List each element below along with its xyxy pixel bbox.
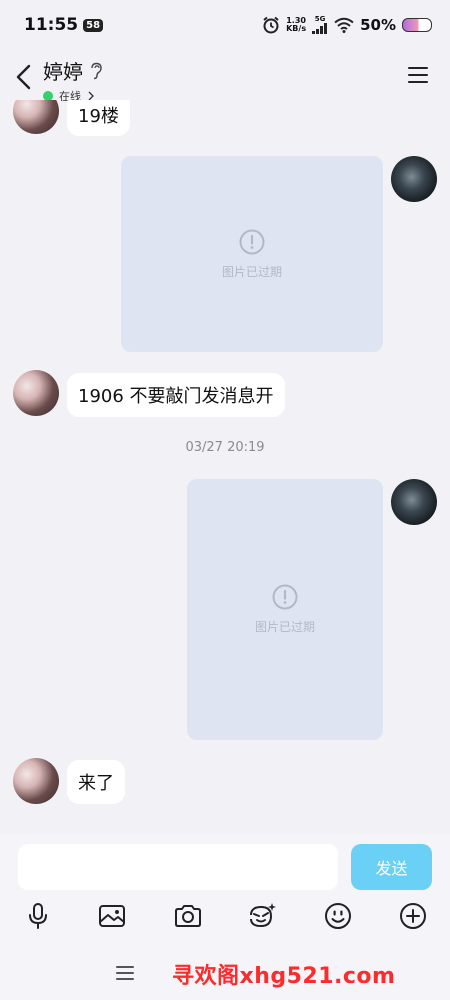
- contact-avatar[interactable]: [13, 100, 59, 134]
- message-timestamp: 03/27 20:19: [185, 440, 265, 455]
- send-button[interactable]: 发送: [351, 844, 432, 890]
- status-time: 11:55: [24, 15, 79, 35]
- contact-name: 婷婷: [43, 60, 83, 84]
- expired-image[interactable]: 图片已过期: [121, 156, 383, 352]
- alert-circle-icon: [272, 584, 298, 610]
- my-avatar[interactable]: [391, 156, 437, 202]
- contact-avatar[interactable]: [13, 370, 59, 416]
- alert-circle-icon: [239, 229, 265, 254]
- net-speed-unit: KB/s: [286, 24, 307, 33]
- contact-avatar[interactable]: [13, 758, 59, 804]
- back-icon[interactable]: [14, 64, 34, 90]
- emoji-icon[interactable]: [323, 901, 353, 931]
- expired-label: 图片已过期: [254, 620, 315, 634]
- cellular-signal-icon: [312, 23, 328, 34]
- plus-icon[interactable]: [398, 901, 428, 931]
- status-icons: 1.30 KB/s 5G 50%: [262, 16, 432, 34]
- battery-percent: 50%: [360, 16, 396, 34]
- signal-label: 5G: [314, 15, 326, 23]
- wifi-icon: [334, 17, 354, 33]
- signal-group: 5G: [312, 16, 328, 34]
- message-bubble-received[interactable]: 19楼: [67, 100, 130, 136]
- message-bubble-received[interactable]: 来了: [67, 760, 125, 804]
- composer-toolbar: [0, 901, 450, 937]
- chat-header: 婷婷 在线: [0, 50, 450, 103]
- expired-label: 图片已过期: [221, 264, 282, 279]
- alarm-icon: [263, 16, 279, 34]
- photo-icon[interactable]: [97, 901, 127, 931]
- microphone-icon[interactable]: [23, 901, 53, 931]
- my-avatar[interactable]: [391, 479, 437, 525]
- message-input[interactable]: [18, 844, 338, 890]
- message-list[interactable]: 19楼 图片已过期 1906 不要敲门发消息开 03/27 20:19 图片已过…: [0, 100, 450, 835]
- system-nav-bar: 寻欢阁xhg521.com: [0, 945, 450, 1000]
- network-speed: 1.30 KB/s: [286, 17, 306, 33]
- contact-title[interactable]: 婷婷 在线: [43, 56, 103, 104]
- status-bar: 11:55 58 1.30 KB/s 5G 50%: [0, 0, 450, 50]
- menu-icon[interactable]: [408, 66, 428, 84]
- watermark: 寻欢阁xhg521.com: [172, 964, 396, 989]
- expired-image[interactable]: 图片已过期: [187, 479, 383, 740]
- sticker-icon[interactable]: [247, 901, 277, 931]
- battery-icon: [402, 18, 432, 32]
- composer: 发送: [0, 835, 450, 945]
- message-bubble-received[interactable]: 1906 不要敲门发消息开: [67, 373, 285, 417]
- nav-menu-icon[interactable]: [116, 965, 134, 981]
- ear-icon[interactable]: [89, 62, 103, 80]
- camera-icon[interactable]: [173, 901, 203, 931]
- notification-badge: 58: [83, 18, 104, 32]
